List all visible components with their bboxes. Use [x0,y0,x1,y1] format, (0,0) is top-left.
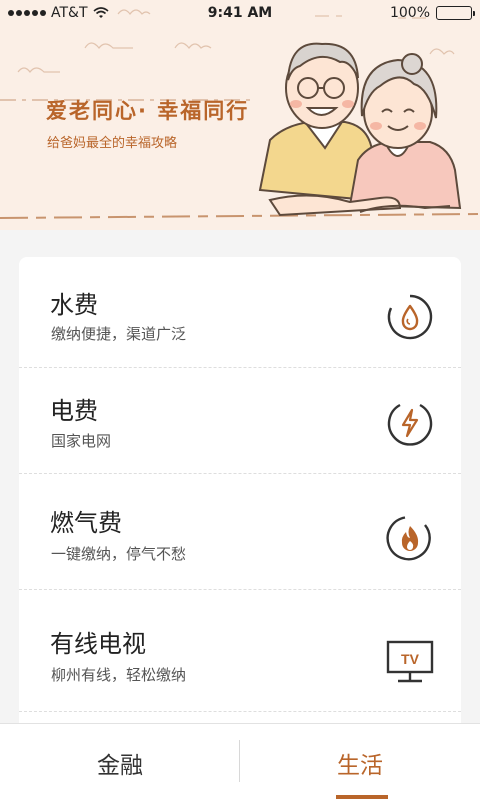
tab-life[interactable]: 生活 [240,724,480,801]
service-list: 水费 缴纳便捷，渠道广泛 电费 国家电网 燃气费 一键缴纳，停气不愁 有线电视 … [19,257,461,737]
service-subtitle: 缴纳便捷，渠道广泛 [51,325,187,343]
service-item-water[interactable]: 水费 缴纳便捷，渠道广泛 [19,257,461,368]
service-subtitle: 国家电网 [51,432,112,450]
service-title: 水费 [50,291,98,319]
water-drop-icon [387,294,433,340]
flame-icon [386,516,431,561]
lightning-icon [387,403,433,446]
status-time: 9:41 AM [207,5,273,21]
active-tab-indicator [336,795,388,799]
banner: 爱老同心· 幸福同行 给爸妈最全的幸福攻略 [0,0,480,230]
service-title: 有线电视 [50,630,146,658]
tv-icon: TV [386,640,434,683]
service-title: 燃气费 [50,509,122,537]
tab-finance[interactable]: 金融 [0,724,240,801]
elderly-couple-illustration [258,42,462,217]
battery-icon [436,6,475,20]
service-title: 电费 [50,397,98,425]
service-item-electricity[interactable]: 电费 国家电网 [19,367,461,474]
status-bar: AT&T 9:41 AM 100% [0,0,480,26]
service-subtitle: 一键缴纳，停气不愁 [51,545,187,563]
service-item-gas[interactable]: 燃气费 一键缴纳，停气不愁 [19,473,461,590]
banner-title: 爱老同心· 幸福同行 [46,99,250,123]
tv-icon-label: TV [401,651,420,667]
banner-subtitle: 给爸妈最全的幸福攻略 [47,136,178,151]
service-subtitle: 柳州有线，轻松缴纳 [51,666,187,684]
tab-bar: 金融 生活 [0,723,480,801]
service-item-cable-tv[interactable]: 有线电视 柳州有线，轻松缴纳 TV [19,589,461,712]
